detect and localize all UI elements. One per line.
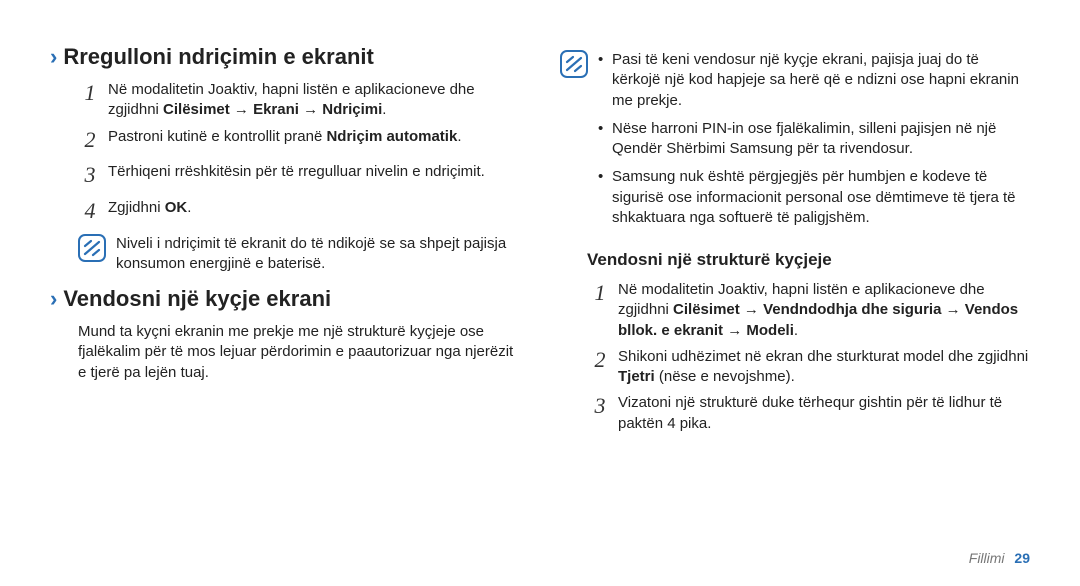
- step-number: 4: [78, 196, 102, 226]
- step-item: 1Në modalitetin Joaktiv, hapni listën e …: [78, 80, 520, 121]
- section-heading-brightness: › Rregulloni ndriçimin e ekranit: [50, 44, 520, 70]
- heading-brightness: Rregulloni ndriçimin e ekranit: [63, 44, 374, 70]
- step-text: Tërhiqeni rrëshkitësin për të rregulluar…: [108, 162, 520, 192]
- note-lock-warnings: Pasi të keni vendosur një kyçje ekrani, …: [560, 50, 1030, 236]
- note-text: Niveli i ndriçimit të ekranit do të ndik…: [116, 234, 520, 275]
- heading-lock: Vendosni një kyçje ekrani: [63, 286, 331, 312]
- step-item: 4Zgjidhni OK.: [78, 198, 520, 228]
- step-item: 2Pastroni kutinë e kontrollit pranë Ndri…: [78, 127, 520, 157]
- step-text: Vizatoni një strukturë duke tërhequr gis…: [618, 393, 1030, 434]
- step-item: 3Vizatoni një strukturë duke tërhequr gi…: [588, 393, 1030, 434]
- step-number: 3: [78, 160, 102, 190]
- section-heading-lock: › Vendosni një kyçje ekrani: [50, 286, 520, 312]
- step-item: 3Tërhiqeni rrëshkitësin për të rregullua…: [78, 162, 520, 192]
- bullet-item: Samsung nuk është përgjegjës për humbjen…: [598, 167, 1030, 228]
- step-number: 2: [78, 125, 102, 155]
- bullet-item: Nëse harroni PIN-in ose fjalëkalimin, si…: [598, 119, 1030, 160]
- note-icon: [560, 50, 588, 78]
- chevron-right-icon: ›: [50, 288, 57, 310]
- step-text: Në modalitetin Joaktiv, hapni listën e a…: [108, 80, 520, 121]
- subheading-pattern: Vendosni një strukturë kyçjeje: [587, 250, 1030, 270]
- step-text: Shikoni udhëzimet në ekran dhe sturktura…: [618, 347, 1030, 388]
- bullet-item: Pasi të keni vendosur një kyçje ekrani, …: [598, 50, 1030, 111]
- steps-pattern: 1Në modalitetin Joaktiv, hapni listën e …: [588, 280, 1030, 434]
- step-number: 1: [78, 78, 102, 119]
- footer-page-number: 29: [1014, 550, 1030, 566]
- step-item: 1Në modalitetin Joaktiv, hapni listën e …: [588, 280, 1030, 341]
- warning-bullets: Pasi të keni vendosur një kyçje ekrani, …: [598, 50, 1030, 236]
- step-number: 1: [588, 278, 612, 339]
- chevron-right-icon: ›: [50, 46, 57, 68]
- step-text: Zgjidhni OK.: [108, 198, 520, 228]
- step-number: 3: [588, 391, 612, 432]
- lock-description: Mund ta kyçni ekranin me prekje me një s…: [78, 322, 520, 383]
- footer-section-label: Fillimi: [969, 550, 1005, 566]
- note-brightness: Niveli i ndriçimit të ekranit do të ndik…: [78, 234, 520, 275]
- steps-brightness: 1Në modalitetin Joaktiv, hapni listën e …: [78, 80, 520, 228]
- page-footer: Fillimi 29: [969, 550, 1030, 566]
- step-text: Në modalitetin Joaktiv, hapni listën e a…: [618, 280, 1030, 341]
- step-item: 2Shikoni udhëzimet në ekran dhe sturktur…: [588, 347, 1030, 388]
- note-icon: [78, 234, 106, 262]
- step-number: 2: [588, 345, 612, 386]
- step-text: Pastroni kutinë e kontrollit pranë Ndriç…: [108, 127, 520, 157]
